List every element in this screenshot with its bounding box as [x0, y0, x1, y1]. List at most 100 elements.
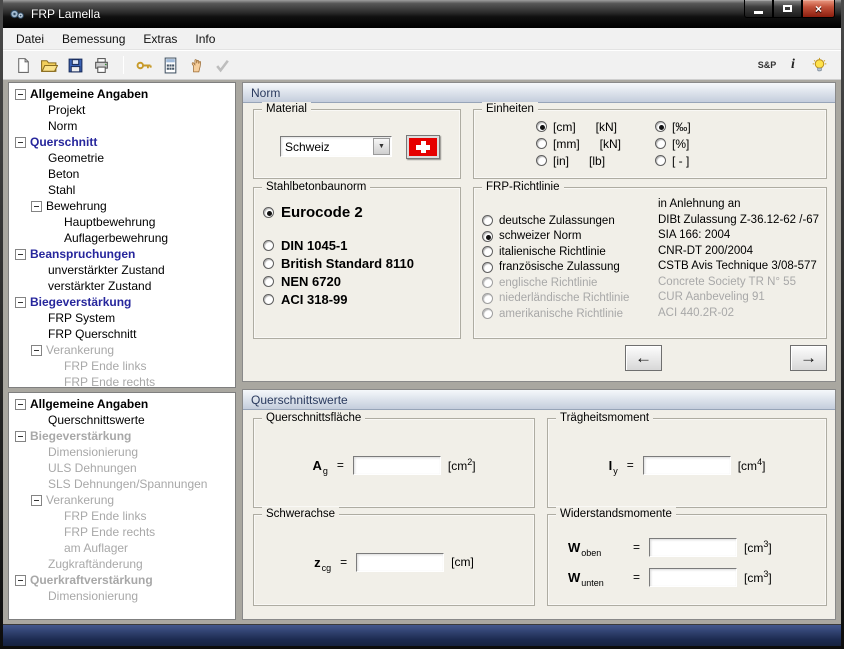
tree-item-unverstaerkter-zustand[interactable]: unverstärkter Zustand: [9, 262, 235, 278]
material-select[interactable]: Schweiz ▼: [280, 136, 392, 157]
open-icon[interactable]: [37, 54, 61, 76]
tree-item-biegeverstaerkung[interactable]: Biegeverstärkung: [9, 428, 235, 444]
reference-cur-aanbeveling-91: CUR Aanbeveling 91: [658, 291, 819, 307]
collapse-minus-icon[interactable]: [31, 201, 42, 212]
collapse-minus-icon[interactable]: [15, 575, 26, 586]
radio-label: französische Zulassung: [499, 261, 620, 273]
tree-item-beanspruchungen[interactable]: Beanspruchungen: [9, 246, 235, 262]
tree-item-dimensionierung[interactable]: Dimensionierung: [9, 444, 235, 460]
collapse-minus-icon[interactable]: [31, 345, 42, 356]
radio-code-eurocode-2[interactable]: Eurocode 2: [263, 200, 414, 224]
radio-unit-[interactable]: [‰]: [655, 118, 691, 135]
input-a-g[interactable]: [353, 456, 441, 475]
tree-item-verstaerkter-zustand[interactable]: verstärkter Zustand: [9, 278, 235, 294]
radio-unit-mm-kn[interactable]: [mm][kN]: [536, 135, 621, 152]
previous-page-button[interactable]: ←: [625, 345, 662, 371]
radio-frp-italienische-richtlinie[interactable]: italienische Richtlinie: [482, 244, 629, 260]
tree-item-sls-dehnungen-spannungen[interactable]: SLS Dehnungen/Spannungen: [9, 476, 235, 492]
tree-item-bewehrung[interactable]: Bewehrung: [9, 198, 235, 214]
frp-guideline-options: deutsche Zulassungenschweizer Normitalie…: [482, 213, 629, 322]
menu-item-bemessung[interactable]: Bemessung: [53, 30, 134, 48]
radio-code-british-standard-8110[interactable]: British Standard 8110: [263, 254, 414, 272]
tree-item-frp-ende-rechts[interactable]: FRP Ende rechts: [9, 524, 235, 540]
tree-item-querschnittswerte[interactable]: Querschnittswerte: [9, 412, 235, 428]
radio-frp-englische-richtlinie: englische Richtlinie: [482, 275, 629, 291]
tree-item-querkraftverstaerkung[interactable]: Querkraftverstärkung: [9, 572, 235, 588]
check-icon: [210, 54, 234, 76]
tree-item-frp-system[interactable]: FRP System: [9, 310, 235, 326]
tree-item-querschnitt[interactable]: Querschnitt: [9, 134, 235, 150]
stahlbetonbaunorm-group-label: Stahlbetonbaunorm: [262, 180, 370, 194]
collapse-minus-icon[interactable]: [31, 495, 42, 506]
key-icon[interactable]: [132, 54, 156, 76]
tree-item-stahl[interactable]: Stahl: [9, 182, 235, 198]
save-icon[interactable]: [63, 54, 87, 76]
input-w-oben[interactable]: [649, 538, 737, 557]
radio-frp-schweizer-norm[interactable]: schweizer Norm: [482, 229, 629, 245]
print-icon[interactable]: [89, 54, 113, 76]
tree-item-am-auflager[interactable]: am Auflager: [9, 540, 235, 556]
field-w-unten: Wunten=[cm3]: [568, 568, 772, 587]
tree-item-allgemeine-angaben[interactable]: Allgemeine Angaben: [9, 86, 235, 102]
tree-item-allgemeine-angaben[interactable]: Allgemeine Angaben: [9, 396, 235, 412]
collapse-minus-icon[interactable]: [15, 297, 26, 308]
radio-unit-[interactable]: [%]: [655, 135, 691, 152]
radio-icon: [482, 308, 493, 319]
pan-hand-icon[interactable]: [184, 54, 208, 76]
radio-code-din-1045-1[interactable]: DIN 1045-1: [263, 236, 414, 254]
close-button[interactable]: ×: [802, 0, 835, 18]
radio-icon: [482, 293, 493, 304]
maximize-button[interactable]: [773, 0, 802, 18]
menu-item-datei[interactable]: Datei: [7, 30, 53, 48]
title-bar[interactable]: FRP Lamella ×: [3, 0, 841, 28]
input-i-y[interactable]: [643, 456, 731, 475]
collapse-minus-icon[interactable]: [15, 399, 26, 410]
collapse-minus-icon[interactable]: [15, 249, 26, 260]
tree-item-label: Bewehrung: [46, 199, 107, 213]
collapse-minus-icon[interactable]: [15, 137, 26, 148]
calculator-icon[interactable]: [158, 54, 182, 76]
collapse-minus-icon[interactable]: [15, 431, 26, 442]
input-z-cg[interactable]: [356, 553, 444, 572]
collapse-minus-icon[interactable]: [15, 89, 26, 100]
radio-unit-[interactable]: [ - ]: [655, 152, 691, 169]
tree-item-frp-ende-links[interactable]: FRP Ende links: [9, 358, 235, 374]
radio-unit-cm-kn[interactable]: [cm][kN]: [536, 118, 621, 135]
tree-item-norm[interactable]: Norm: [9, 118, 235, 134]
tree-item-auflagerbewehrung[interactable]: Auflagerbewehrung: [9, 230, 235, 246]
tree-item-projekt[interactable]: Projekt: [9, 102, 235, 118]
info-icon[interactable]: i: [781, 54, 805, 76]
menu-item-info[interactable]: Info: [186, 30, 224, 48]
window-title: FRP Lamella: [31, 7, 100, 21]
symbol-label: Woben: [568, 540, 624, 555]
tree-item-label: Biegeverstärkung: [30, 429, 131, 443]
tree-item-beton[interactable]: Beton: [9, 166, 235, 182]
sp-logo-icon[interactable]: S&P: [755, 54, 779, 76]
new-document-icon[interactable]: [11, 54, 35, 76]
tree-item-frp-querschnitt[interactable]: FRP Querschnitt: [9, 326, 235, 342]
tree-item-verankerung[interactable]: Verankerung: [9, 492, 235, 508]
radio-unit-in-lb[interactable]: [in][lb]: [536, 152, 621, 169]
help-lamp-icon[interactable]: [807, 54, 831, 76]
tree-item-frp-ende-links[interactable]: FRP Ende links: [9, 508, 235, 524]
tree-item-verankerung[interactable]: Verankerung: [9, 342, 235, 358]
menu-item-extras[interactable]: Extras: [134, 30, 186, 48]
tree-item-biegeverstaerkung[interactable]: Biegeverstärkung: [9, 294, 235, 310]
reference-cnr-dt-200-2004: CNR-DT 200/2004: [658, 245, 819, 261]
tree-item-uls-dehnungen[interactable]: ULS Dehnungen: [9, 460, 235, 476]
tree-item-hauptbewehrung[interactable]: Hauptbewehrung: [9, 214, 235, 230]
next-page-button[interactable]: →: [790, 345, 827, 371]
input-w-unten[interactable]: [649, 568, 737, 587]
tree-item-zugkraftaenderung[interactable]: Zugkraftänderung: [9, 556, 235, 572]
radio-frp-deutsche-zulassungen[interactable]: deutsche Zulassungen: [482, 213, 629, 229]
chevron-down-icon[interactable]: ▼: [373, 138, 390, 155]
frp-guideline-references: in Anlehnung anDIBt Zulassung Z-36.12-62…: [658, 198, 819, 322]
tree-item-frp-ende-rechts[interactable]: FRP Ende rechts: [9, 374, 235, 388]
tree-item-dimensionierung[interactable]: Dimensionierung: [9, 588, 235, 604]
radio-frp-franzoesische-zulassung[interactable]: französische Zulassung: [482, 260, 629, 276]
tree-item-geometrie[interactable]: Geometrie: [9, 150, 235, 166]
radio-code-nen-6720[interactable]: NEN 6720: [263, 272, 414, 290]
radio-code-aci-318-99[interactable]: ACI 318-99: [263, 290, 414, 308]
minimize-button[interactable]: [744, 0, 773, 18]
swiss-flag-button[interactable]: [406, 135, 440, 159]
